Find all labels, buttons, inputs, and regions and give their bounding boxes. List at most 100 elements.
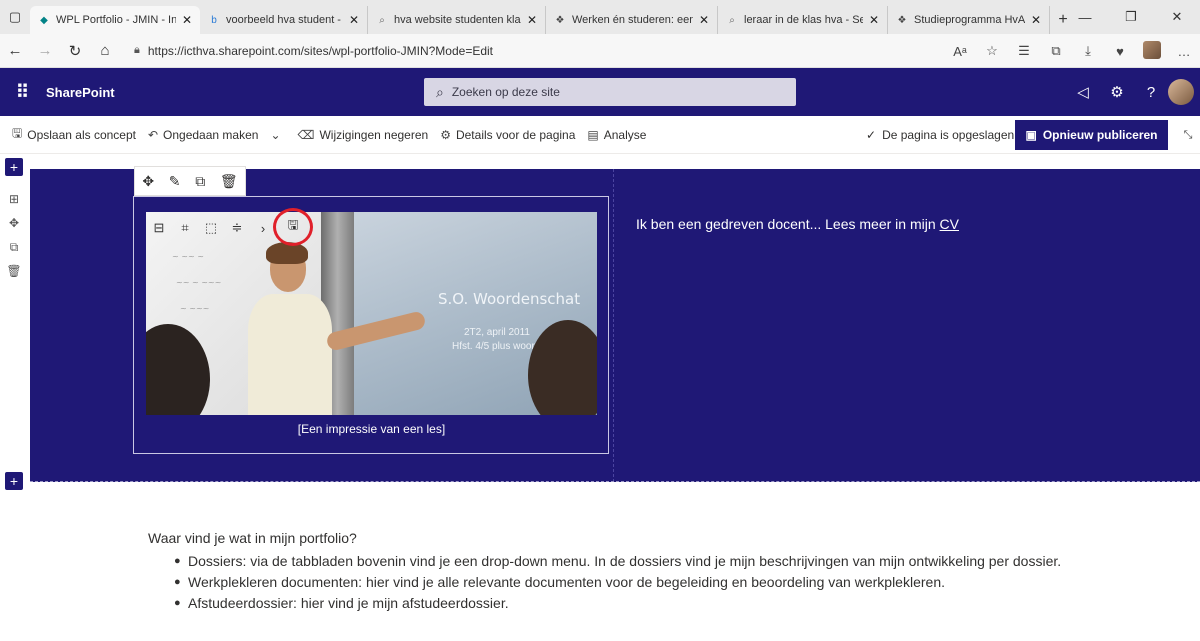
sharepoint-suite-bar: ⠿ SharePoint ⌕ Zoeken op deze site ◁ ⚙ ? [0, 68, 1200, 116]
chevron-down-icon: ⌄ [270, 127, 281, 142]
close-icon[interactable]: ✕ [869, 13, 879, 27]
sharepoint-icon: ◆ [40, 14, 48, 26]
list-item: ● Afstudeerdossier: hier vind je mijn afs… [174, 594, 509, 611]
move-icon[interactable]: ✥ [6, 216, 22, 230]
url-text: https://icthva.sharepoint.com/sites/wpl-… [147, 43, 494, 58]
save-image-icon[interactable]: 🖫︎ [273, 208, 313, 246]
discard-icon: ⌫ [297, 127, 315, 142]
move-icon[interactable]: ✥ [142, 173, 154, 190]
whiteboard-scribble: ~ ~~~ [180, 304, 210, 313]
close-icon[interactable]: ✕ [182, 13, 192, 27]
saved-status-text: De pagina is opgeslagen [882, 128, 1015, 142]
close-icon[interactable]: ✕ [1031, 13, 1041, 27]
delete-icon[interactable]: 🗑︎ [220, 173, 238, 190]
read-aloud-icon[interactable]: Aᵃ [944, 44, 976, 59]
megaphone-icon[interactable]: ◁ [1066, 83, 1100, 101]
discard-changes-button[interactable]: ⌫ Wijzigingen negeren [298, 128, 429, 142]
whiteboard-scribble: ~ ~~ ~ [172, 252, 204, 261]
page-command-bar: 🖫︎ Opslaan als concept ↶ Ongedaan maken … [0, 116, 1200, 154]
browser-toolbar: Aᵃ ☆ ☰ ⧉ ⤓ ♥ … [944, 34, 1200, 68]
suite-actions: ◁ ⚙ ? [1066, 68, 1200, 116]
refresh-icon[interactable]: ↻ [60, 36, 90, 66]
page-details-button[interactable]: ⚙ Details voor de pagina [440, 128, 575, 142]
content-heading: Waar vind je wat in mijn portfolio? [148, 530, 357, 546]
profile-avatar[interactable] [1136, 40, 1168, 62]
home-icon[interactable]: ⌂ [90, 36, 120, 66]
download-icon[interactable]: ⤓ [1072, 43, 1104, 59]
undo-icon: ↶ [147, 127, 159, 142]
search-icon: ⌕ [729, 14, 735, 26]
republish-button[interactable]: ▣ Opnieuw publiceren [1015, 120, 1168, 150]
minimize-icon[interactable]: — [1062, 0, 1108, 34]
save-draft-button[interactable]: 🖫︎ Opslaan als concept [12, 124, 136, 145]
help-icon[interactable]: ? [1134, 84, 1168, 101]
discard-label: Wijzigingen negeren [319, 127, 429, 142]
webpart-toolbar: ✥ ✎ ⧉ 🗑︎ [134, 166, 246, 196]
back-icon[interactable]: ← [0, 36, 30, 66]
list-item-text: Afstudeerdossier: hier vind je mijn afst… [188, 594, 509, 611]
forward-icon[interactable]: → [30, 36, 60, 66]
browser-tab-1[interactable]: ◆ WPL Portfolio - JMIN - Intro ✕ [30, 6, 200, 34]
tab-title: hva website studenten klas [394, 14, 521, 26]
page-details-label: Details voor de pagina [455, 127, 576, 142]
url-field[interactable]: 🔒︎ https://icthva.sharepoint.com/sites/w… [126, 38, 876, 64]
site-search-input[interactable]: ⌕ Zoeken op deze site [424, 78, 796, 106]
search-placeholder: Zoeken op deze site [451, 85, 560, 99]
close-window-icon[interactable]: ✕ [1154, 0, 1200, 34]
duplicate-icon[interactable]: ⧉ [195, 173, 205, 190]
tab-actions-icon[interactable]: ▢ [0, 0, 30, 34]
align-icon[interactable]: ≑ [224, 220, 250, 236]
content-list: ● Dossiers: via de tabbladen bovenin vind… [174, 550, 1061, 613]
tab-title: voorbeeld hva student - Bin [226, 14, 343, 26]
hero-intro-text: Ik ben een gedreven docent... Lees meer … [636, 216, 936, 232]
analytics-label: Analyse [603, 127, 647, 142]
hva-icon: ❖ [555, 14, 565, 26]
pencil-icon[interactable]: ✎ [169, 173, 181, 190]
search-icon: ⌕ [379, 14, 385, 26]
analytics-icon: ▤ [587, 127, 599, 142]
browser-tab-3[interactable]: ⌕ hva website studenten klas ✕ [368, 6, 546, 34]
sharepoint-brand[interactable]: SharePoint [46, 85, 115, 100]
browser-tab-6[interactable]: ❖ Studieprogramma HvA Lera ✕ [888, 6, 1050, 34]
cv-link[interactable]: CV [940, 216, 959, 232]
browser-tab-2[interactable]: b voorbeeld hva student - Bin ✕ [200, 6, 368, 34]
undo-button[interactable]: ↶ Ongedaan maken [148, 128, 258, 142]
collections-icon[interactable]: ⧉ [1040, 43, 1072, 59]
search-icon: ⌕ [436, 83, 444, 100]
undo-dropdown[interactable]: ⌄ [270, 128, 285, 142]
restore-icon[interactable]: ❐ [1108, 0, 1154, 34]
favorite-star-icon[interactable]: ☆ [976, 43, 1008, 59]
more-icon[interactable]: … [1168, 44, 1200, 59]
browser-tab-strip: ▢ ◆ WPL Portfolio - JMIN - Intro ✕ b voo… [0, 0, 1200, 34]
crop-icon[interactable]: ⌗ [172, 220, 198, 236]
image-icon[interactable]: ⊟ [146, 220, 172, 236]
user-avatar[interactable] [1168, 79, 1194, 105]
browser-tab-5[interactable]: ⌕ leraar in de klas hva - Searc ✕ [718, 6, 888, 34]
list-item-text: Dossiers: via de tabbladen bovenin vind … [188, 552, 1062, 569]
lock-icon: 🔒︎ [134, 44, 140, 56]
duplicate-icon[interactable]: ⧉ [6, 240, 22, 255]
slide-line: 2T2, april 2011 [464, 327, 530, 338]
app-launcher-icon[interactable]: ⠿ [0, 82, 44, 103]
section-border [30, 481, 1200, 482]
add-section-button[interactable]: + [5, 472, 23, 490]
tab-title: Werken én studeren: een op [572, 14, 693, 26]
list-item-text: Werkplekleren documenten: hier vind je a… [188, 573, 945, 590]
gear-icon[interactable]: ⚙ [1100, 83, 1134, 101]
close-icon[interactable]: ✕ [527, 13, 537, 27]
save-draft-label: Opslaan als concept [27, 127, 136, 142]
analytics-button[interactable]: ▤ Analyse [587, 128, 646, 142]
image-caption[interactable]: [Een impressie van een les] [146, 422, 597, 436]
close-icon[interactable]: ✕ [349, 13, 359, 27]
health-icon[interactable]: ♥ [1104, 44, 1136, 59]
aspect-ratio-icon[interactable]: ⬚ [198, 220, 224, 236]
gear-icon: ⚙ [440, 127, 451, 142]
bing-icon: b [211, 14, 217, 26]
delete-icon[interactable]: 🗑︎ [6, 264, 22, 278]
collapse-icon[interactable]: ⤡ [1176, 116, 1200, 154]
favorites-icon[interactable]: ☰ [1008, 43, 1040, 59]
add-webpart-icon[interactable]: + [5, 158, 23, 176]
edit-section-icon[interactable]: ⊞ [6, 192, 22, 206]
browser-tab-4[interactable]: ❖ Werken én studeren: een op ✕ [546, 6, 718, 34]
close-icon[interactable]: ✕ [699, 13, 709, 27]
